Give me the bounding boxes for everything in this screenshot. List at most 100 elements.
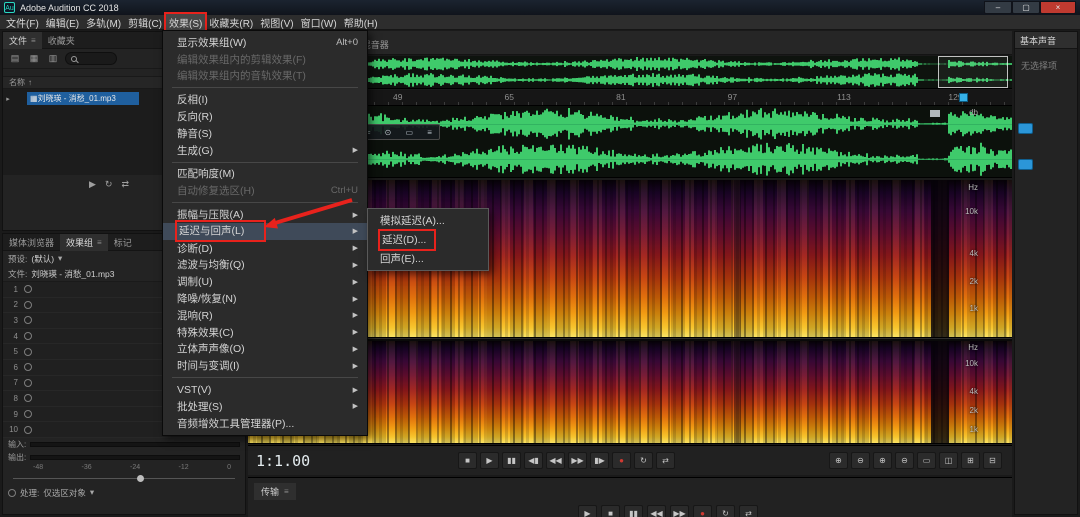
preset-value[interactable]: (默认) — [31, 253, 54, 265]
tab-markers[interactable]: 标记 — [108, 234, 138, 251]
preview-loop-button[interactable]: ↻ — [105, 179, 113, 190]
zoom-out-vertical-button[interactable]: ⊖ — [895, 452, 914, 469]
editor-hud-toolbar[interactable]: ≈ ⊙ ▭ ≡ — [358, 124, 440, 140]
zoom-selection-left-button[interactable]: ▭ — [917, 452, 936, 469]
search-input[interactable] — [65, 52, 117, 65]
menu-edit[interactable]: 编辑(E) — [43, 14, 82, 31]
tab-transport[interactable]: 传输 ≡ — [254, 483, 296, 500]
menu-item-amplitude-compression[interactable]: 振幅与压限(A)▶ — [163, 206, 367, 223]
power-icon[interactable] — [24, 285, 32, 293]
panel-menu-icon[interactable]: ≡ — [97, 238, 102, 247]
menu-item-match-loudness[interactable]: 匹配响度(M) — [163, 166, 367, 183]
range-grabber[interactable] — [930, 110, 940, 117]
panel-menu-icon[interactable]: ≡ — [31, 36, 36, 45]
minimize-button[interactable]: – — [984, 1, 1012, 14]
power-icon[interactable] — [24, 301, 32, 309]
power-icon[interactable] — [24, 426, 32, 434]
maximize-button[interactable]: ▢ — [1012, 1, 1040, 14]
menu-item-delay-and-echo[interactable]: 延迟与回声(L)▶ — [163, 223, 367, 240]
menu-multitrack[interactable]: 多轨(M) — [83, 14, 124, 31]
preview-play-button[interactable]: ▶ — [89, 179, 96, 190]
menu-item-edit-track-effects[interactable]: 编辑效果组内的音轨效果(T) — [163, 68, 367, 85]
pause-button[interactable]: ▮▮ — [502, 452, 521, 469]
zoom-out-horizontal-button[interactable]: ⊖ — [851, 452, 870, 469]
stop-button[interactable]: ■ — [458, 452, 477, 469]
menu-item-audio-plugin-manager[interactable]: 音频增效工具管理器(P)... — [163, 415, 367, 432]
loop-button[interactable]: ↻ — [716, 505, 735, 517]
skip-selection-button[interactable]: ⇄ — [739, 505, 758, 517]
power-icon[interactable] — [24, 379, 32, 387]
menu-clip[interactable]: 剪辑(C) — [125, 14, 165, 31]
menu-item-stereo-imagery[interactable]: 立体声声像(O)▶ — [163, 341, 367, 358]
process-mode-value[interactable]: 仅选区对象 — [43, 487, 86, 499]
process-caret-icon[interactable]: ▾ — [90, 487, 94, 498]
record-button[interactable]: ● — [612, 452, 631, 469]
menu-item-generate[interactable]: 生成(G)▶ — [163, 142, 367, 159]
tab-essential-sound[interactable]: 基本声音 — [1015, 32, 1077, 49]
tab-effects-rack[interactable]: 效果组≡ — [60, 234, 108, 251]
play-button[interactable]: ▶ — [578, 505, 597, 517]
power-icon[interactable] — [24, 316, 32, 324]
submenu-item-delay[interactable]: 延迟(D)... — [368, 230, 488, 249]
stop-button[interactable]: ■ — [601, 505, 620, 517]
record-button[interactable]: ● — [693, 505, 712, 517]
open-folder-icon[interactable]: ▦ — [27, 53, 41, 64]
preview-autoplay-button[interactable]: ⇄ — [121, 179, 129, 190]
menu-favorites[interactable]: 收藏夹(R) — [206, 14, 256, 31]
import-file-icon[interactable]: ▤ — [8, 53, 22, 64]
rewind-button[interactable]: ◀◀ — [546, 452, 565, 469]
menu-item-diagnostics[interactable]: 诊断(D)▶ — [163, 240, 367, 257]
selected-file[interactable]: ▦ 刘晓瑛 - 消愁_01.mp3 — [27, 92, 139, 105]
menu-item-special-effects[interactable]: 特殊效果(C)▶ — [163, 324, 367, 341]
submenu-item-echo[interactable]: 回声(E)... — [368, 249, 488, 268]
channel-right-button[interactable] — [1018, 159, 1033, 170]
channel-left-button[interactable] — [1018, 123, 1033, 134]
clock-icon[interactable]: ⊙ — [385, 128, 392, 137]
skip-to-end-button[interactable]: ▮▶ — [590, 452, 609, 469]
menu-file[interactable]: 文件(F) — [3, 14, 42, 31]
playhead-marker[interactable] — [959, 93, 968, 102]
menu-item-show-effects-rack[interactable]: 显示效果组(W)Alt+0 — [163, 34, 367, 51]
tab-media-browser[interactable]: 媒体浏览器 — [3, 234, 60, 251]
menu-item-edit-clip-effects[interactable]: 编辑效果组内的剪辑效果(F) — [163, 51, 367, 68]
lines-icon[interactable]: ≡ — [427, 128, 432, 137]
close-button[interactable]: × — [1040, 1, 1076, 14]
panel-menu-icon[interactable]: ≡ — [284, 487, 289, 496]
menu-item-auto-heal-selection[interactable]: 自动修复选区(H)Ctrl+U — [163, 182, 367, 199]
twist-icon[interactable]: ▸ — [3, 95, 13, 103]
fast-forward-button[interactable]: ▶▶ — [670, 505, 689, 517]
box-icon[interactable]: ▭ — [405, 128, 413, 137]
menu-item-modulation[interactable]: 调制(U)▶ — [163, 273, 367, 290]
mix-slider[interactable] — [13, 473, 235, 483]
menu-item-vst[interactable]: VST(V)▶ — [163, 381, 367, 398]
menu-item-batch-process[interactable]: 批处理(S)▶ — [163, 398, 367, 415]
menu-effects[interactable]: 效果(S) — [166, 14, 205, 31]
slider-handle[interactable] — [137, 475, 144, 482]
fast-forward-button[interactable]: ▶▶ — [568, 452, 587, 469]
rack-power-icon[interactable] — [8, 489, 16, 497]
power-icon[interactable] — [24, 332, 32, 340]
rewind-button[interactable]: ◀◀ — [647, 505, 666, 517]
power-icon[interactable] — [24, 410, 32, 418]
loop-button[interactable]: ↻ — [634, 452, 653, 469]
view-range-indicator[interactable] — [938, 56, 1008, 88]
zoom-full-button[interactable]: ⊟ — [983, 452, 1002, 469]
menu-view[interactable]: 视图(V) — [257, 14, 296, 31]
power-icon[interactable] — [24, 348, 32, 356]
menu-item-reverb[interactable]: 混响(R)▶ — [163, 307, 367, 324]
menu-item-invert[interactable]: 反相(I) — [163, 91, 367, 108]
zoom-selection-right-button[interactable]: ◫ — [939, 452, 958, 469]
zoom-selection-button[interactable]: ⊞ — [961, 452, 980, 469]
menu-item-reverse[interactable]: 反向(R) — [163, 108, 367, 125]
pause-button[interactable]: ▮▮ — [624, 505, 643, 517]
power-icon[interactable] — [24, 394, 32, 402]
skip-to-start-button[interactable]: ◀▮ — [524, 452, 543, 469]
skip-selection-button[interactable]: ⇄ — [656, 452, 675, 469]
play-button[interactable]: ▶ — [480, 452, 499, 469]
zoom-in-vertical-button[interactable]: ⊕ — [873, 452, 892, 469]
tab-favorites[interactable]: 收藏夹 — [42, 32, 81, 49]
power-icon[interactable] — [24, 363, 32, 371]
menu-item-noise-reduction[interactable]: 降噪/恢复(N)▶ — [163, 290, 367, 307]
list-view-icon[interactable]: ▥ — [46, 53, 60, 64]
zoom-in-horizontal-button[interactable]: ⊕ — [829, 452, 848, 469]
